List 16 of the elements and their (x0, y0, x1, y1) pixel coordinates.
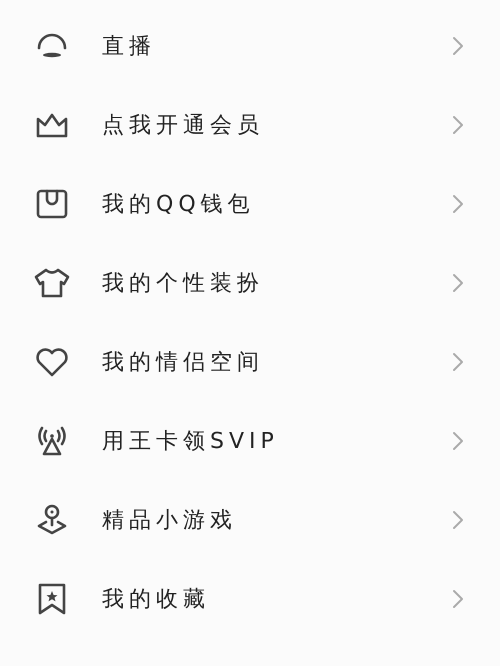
menu-item-label[interactable]: 我的收藏 (102, 584, 452, 614)
menu-item-label[interactable]: 直播 (102, 30, 452, 60)
chevron-right-icon (452, 352, 464, 372)
chevron-right-icon (452, 588, 464, 608)
menu-item-label[interactable]: 精品小游戏 (102, 504, 452, 534)
menu-item-label[interactable]: 我的QQ钱包 (102, 188, 452, 218)
menu-item-label[interactable]: 点我开通会员 (102, 110, 452, 140)
chevron-right-icon (452, 272, 464, 292)
menu-item-label[interactable]: 我的情侣空间 (102, 346, 452, 376)
chevron-right-icon (452, 36, 464, 56)
menu-item-label[interactable]: 用王卡领SVIP (102, 426, 452, 456)
chevron-right-icon (452, 430, 464, 450)
chevron-right-icon (452, 194, 464, 214)
menu-item-label[interactable]: 我的个性装扮 (102, 268, 452, 298)
chevron-right-icon (452, 114, 464, 134)
chevron-right-icon (452, 510, 464, 530)
